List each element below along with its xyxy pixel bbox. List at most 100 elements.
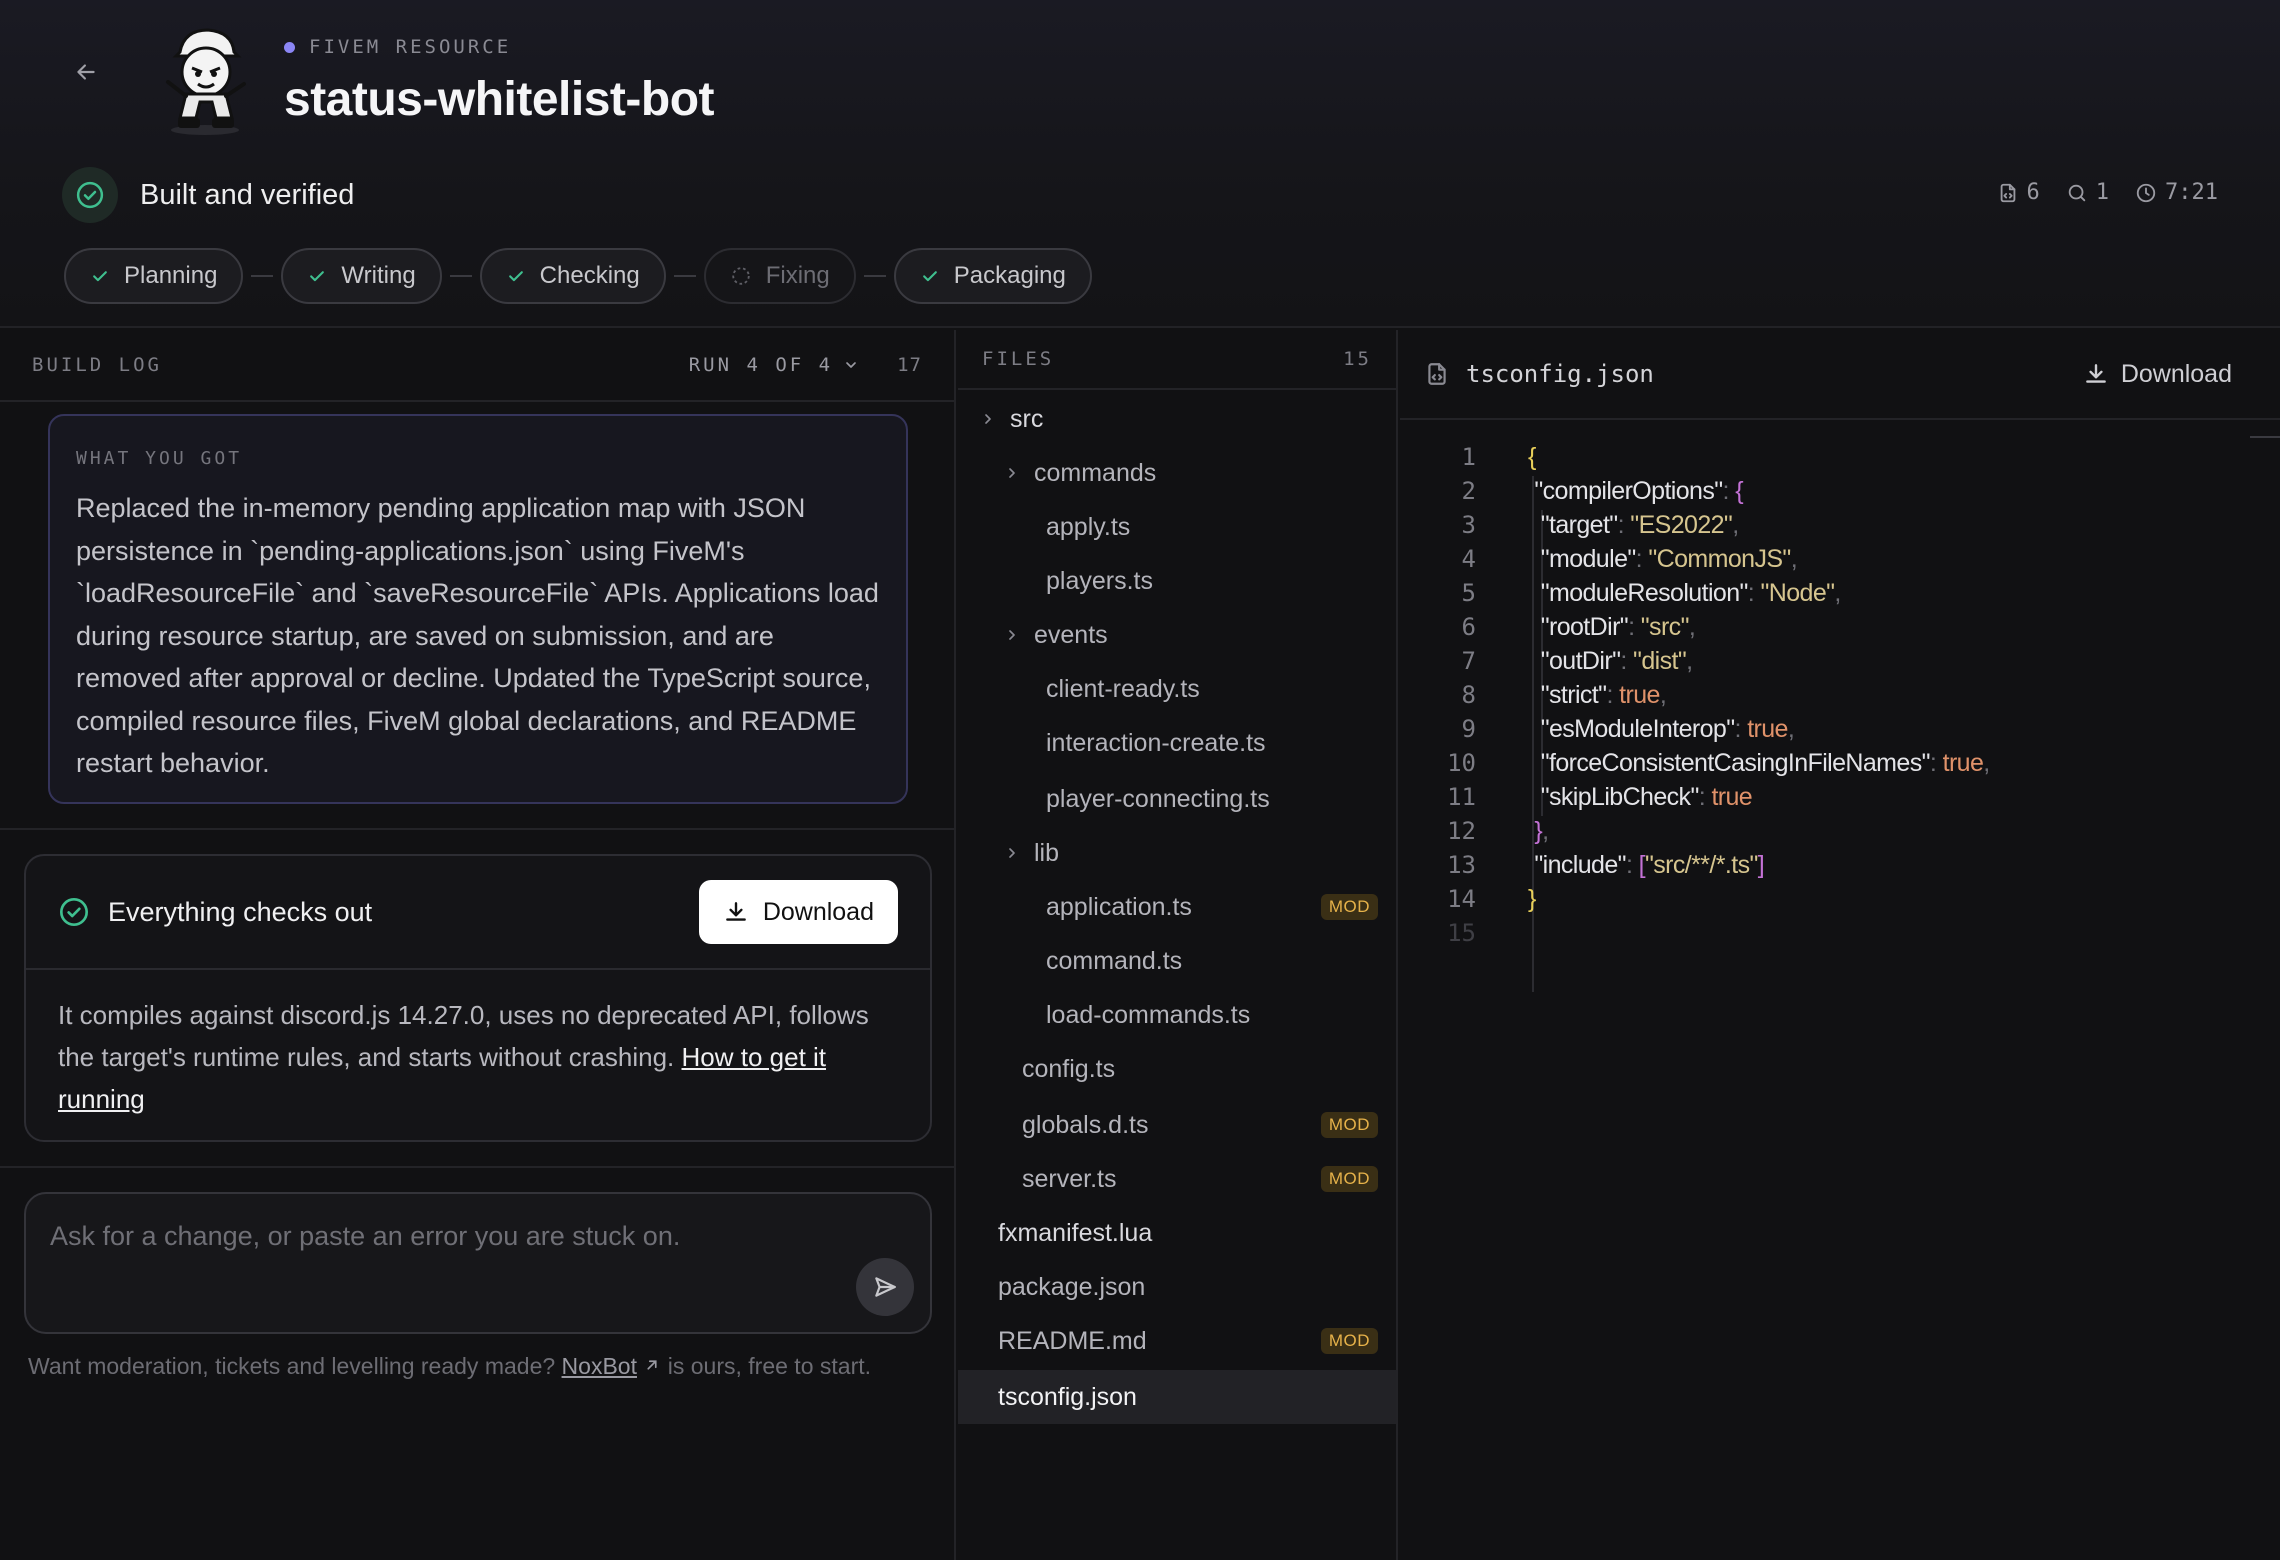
line-number: 6 (1461, 613, 1476, 641)
line-number: 10 (1447, 749, 1476, 777)
code-line: { (1528, 443, 1536, 471)
modified-badge: MOD (1320, 1328, 1378, 1354)
files-stat: 6 (1997, 180, 2040, 205)
download-button[interactable]: Download (698, 880, 898, 944)
ask-box (24, 1192, 932, 1334)
build-log-panel: BUILD LOG RUN 4 OF 4 17 WHAT YOU GOT Rep… (0, 330, 956, 1560)
result-description: It compiles against discord.js 14.27.0, … (58, 1000, 869, 1114)
status-text: Built and verified (140, 178, 355, 211)
tree-file[interactable]: player-connecting.ts (958, 772, 1396, 826)
accent-dot (284, 41, 295, 53)
modified-badge: MOD (1320, 894, 1378, 920)
clock-icon (2136, 183, 2156, 202)
tree-file[interactable]: command.ts (958, 934, 1396, 988)
check-icon (508, 271, 523, 282)
code-line: "target": "ES2022", (1540, 511, 1740, 539)
result-title: Everything checks out (108, 896, 373, 927)
ask-input[interactable] (50, 1216, 830, 1256)
line-number: 7 (1461, 647, 1476, 675)
tree-folder-events[interactable]: events (958, 608, 1396, 662)
tree-file[interactable]: interaction-create.ts (958, 716, 1396, 770)
code-line: "outDir": "dist", (1540, 647, 1693, 675)
promo-text: Want moderation, tickets and levelling r… (28, 1353, 872, 1379)
tree-file[interactable]: players.ts (958, 554, 1396, 608)
code-line: "rootDir": "src", (1540, 613, 1696, 641)
line-number: 13 (1447, 851, 1476, 879)
build-steps: Planning Writing Checking Fixing Packagi… (64, 248, 1092, 304)
tree-file[interactable]: application.ts MOD (958, 880, 1396, 934)
step-planning[interactable]: Planning (64, 248, 244, 304)
chevron-right-icon (1009, 468, 1015, 478)
tree-folder-lib[interactable]: lib (958, 826, 1396, 880)
step-separator (449, 275, 472, 277)
editor-download-button[interactable]: Download (2083, 360, 2232, 389)
check-circle-icon (60, 898, 88, 926)
check-icon (93, 271, 107, 282)
run-selector[interactable]: RUN 4 OF 4 (689, 354, 859, 376)
search-icon (2068, 184, 2086, 201)
line-number: 5 (1461, 579, 1476, 607)
issues-stat: 1 (2066, 180, 2109, 205)
code-line: "module": "CommonJS", (1540, 545, 1798, 573)
noxbot-link[interactable]: NoxBot (562, 1353, 637, 1379)
pending-circle-icon (732, 267, 750, 285)
tree-file[interactable]: globals.d.ts MOD (958, 1098, 1396, 1152)
line-number: 12 (1447, 817, 1476, 845)
back-button[interactable] (66, 52, 106, 92)
resource-type-label: FIVEM RESOURCE (309, 36, 512, 58)
tree-file[interactable]: server.ts MOD (958, 1152, 1396, 1206)
divider (0, 828, 956, 830)
files-header: FILES 15 (958, 330, 1396, 390)
tree-file-selected[interactable]: tsconfig.json (958, 1370, 1396, 1424)
line-number: 11 (1447, 783, 1476, 811)
code-line: } (1528, 885, 1536, 913)
build-log-header: BUILD LOG RUN 4 OF 4 17 (0, 330, 954, 402)
step-separator (673, 275, 696, 277)
code-line: "moduleResolution": "Node", (1540, 579, 1842, 607)
step-checking[interactable]: Checking (479, 248, 666, 304)
tree-file[interactable]: package.json (958, 1260, 1396, 1314)
editor-panel: tsconfig.json Download 1 2 3 4 5 6 7 8 9… (1400, 330, 2280, 1560)
step-fixing[interactable]: Fixing (703, 248, 856, 304)
editor-filename: tsconfig.json (1466, 360, 1654, 388)
chevron-right-icon (1009, 630, 1015, 640)
tree-folder-src[interactable]: src (958, 392, 1396, 446)
line-number: 2 (1461, 477, 1476, 505)
step-separator (863, 275, 886, 277)
code-line: "esModuleInterop": true, (1540, 715, 1795, 743)
tree-file[interactable]: load-commands.ts (958, 988, 1396, 1042)
build-log-title: BUILD LOG (32, 354, 162, 376)
tree-file[interactable]: client-ready.ts (958, 662, 1396, 716)
external-link-icon (647, 1360, 657, 1370)
line-number: 8 (1461, 681, 1476, 709)
chevron-right-icon (985, 414, 991, 424)
send-button[interactable] (856, 1258, 914, 1316)
scroll-indicator (2250, 436, 2280, 438)
step-packaging[interactable]: Packaging (893, 248, 1092, 304)
tree-folder-commands[interactable]: commands (958, 446, 1396, 500)
code-line: "forceConsistentCasingInFileNames": true… (1540, 749, 1991, 777)
status-badge (62, 167, 118, 223)
check-icon (922, 271, 937, 282)
tree-file[interactable]: fxmanifest.lua (958, 1206, 1396, 1260)
code-view: { "compilerOptions": { "target": "ES2022… (1528, 440, 1990, 950)
result-header: Everything checks out Download (26, 856, 930, 970)
code-line: "skipLibCheck": true (1540, 783, 1753, 811)
chevron-right-icon (1009, 848, 1015, 858)
file-code-icon (2000, 183, 2015, 202)
tree-file[interactable]: README.md MOD (958, 1314, 1396, 1368)
modified-badge: MOD (1320, 1166, 1378, 1192)
page-title: status-whitelist-bot (284, 73, 715, 126)
send-icon (875, 1277, 896, 1297)
time-stat: 7:21 (2135, 180, 2218, 205)
chevron-down-icon (846, 362, 856, 368)
tree-file[interactable]: config.ts (958, 1042, 1396, 1096)
summary-label: WHAT YOU GOT (76, 448, 243, 469)
log-entry-count: 17 (897, 354, 922, 376)
files-title: FILES (982, 348, 1055, 370)
line-number: 3 (1461, 511, 1476, 539)
tree-file[interactable]: apply.ts (958, 500, 1396, 554)
check-icon (310, 271, 325, 282)
step-writing[interactable]: Writing (281, 248, 442, 304)
